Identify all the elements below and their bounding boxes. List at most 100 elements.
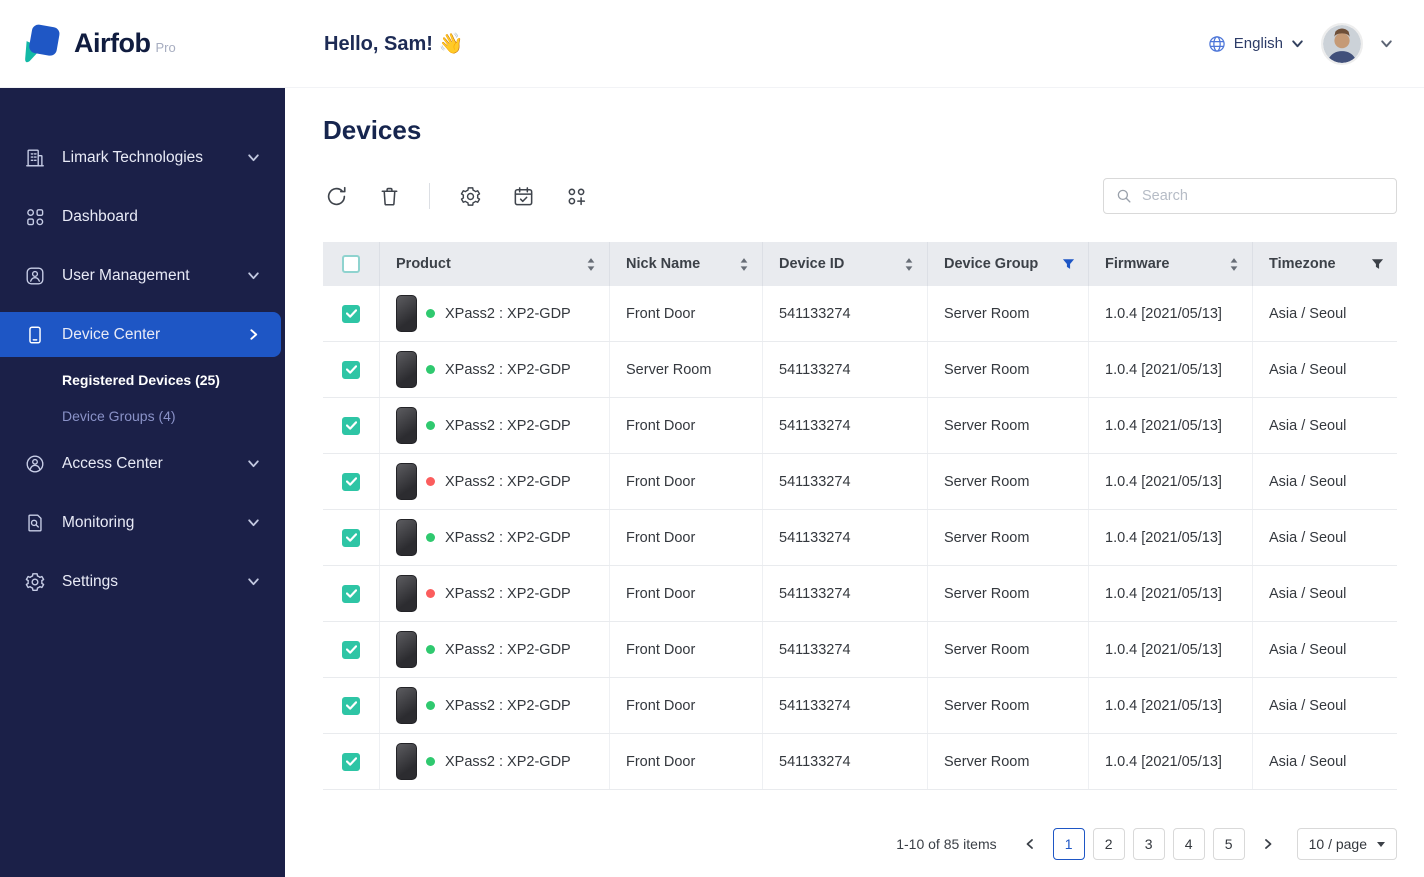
- row-select-checkbox[interactable]: [323, 454, 379, 509]
- device-group-cell: Server Room: [927, 454, 1088, 509]
- page-number-list: 12345: [1052, 828, 1245, 860]
- checkbox-icon: [342, 472, 360, 491]
- add-group-icon: [568, 188, 585, 205]
- next-page-button[interactable]: [1253, 829, 1283, 859]
- table-row: XPass2 : XP2-GDP Front Door 541133274 Serve…: [323, 734, 1397, 790]
- row-select-checkbox[interactable]: [323, 622, 379, 677]
- nickname-cell: Server Room: [609, 342, 762, 397]
- sort-icon: [1230, 257, 1238, 271]
- table-row: XPass2 : XP2-GDP Front Door 541133274 Serve…: [323, 510, 1397, 566]
- product-name: XPass2 : XP2-GDP: [445, 361, 571, 378]
- row-select-checkbox[interactable]: [323, 342, 379, 397]
- row-select-checkbox[interactable]: [323, 566, 379, 621]
- sidebar-item-label: Settings: [62, 572, 119, 590]
- chevron-right-icon: [1264, 839, 1272, 849]
- firmware-update-button[interactable]: [457, 183, 483, 209]
- product-cell: XPass2 : XP2-GDP: [379, 454, 609, 509]
- sidebar-item-dashboard[interactable]: Dashboard: [0, 194, 285, 239]
- sidebar-item-device-center[interactable]: Device Center: [0, 312, 281, 357]
- device-id-cell: 541133274: [762, 678, 927, 733]
- sort-icon: [587, 257, 595, 271]
- avatar[interactable]: [1321, 22, 1363, 65]
- brand-name: Airfob: [74, 28, 151, 58]
- dashboard-icon: [24, 206, 46, 228]
- product-name: XPass2 : XP2-GDP: [445, 641, 571, 658]
- sidebar-item-monitoring[interactable]: Monitoring: [0, 500, 285, 545]
- delete-button[interactable]: [376, 183, 402, 209]
- sidebar-subitem-device-groups[interactable]: Device Groups (4): [62, 407, 285, 425]
- gear-icon: [24, 571, 46, 593]
- sidebar-item-settings[interactable]: Settings: [0, 559, 285, 604]
- table-row: XPass2 : XP2-GDP Front Door 541133274 Serve…: [323, 286, 1397, 342]
- nickname-cell: Front Door: [609, 566, 762, 621]
- sidebar-item-user-management[interactable]: User Management: [0, 253, 285, 298]
- column-header-product[interactable]: Product: [379, 242, 609, 286]
- page-number-button[interactable]: 3: [1132, 828, 1165, 860]
- table-body: XPass2 : XP2-GDP Front Door 541133274 Serve…: [323, 286, 1397, 790]
- column-header-nickname[interactable]: Nick Name: [609, 242, 762, 286]
- row-select-checkbox[interactable]: [323, 398, 379, 453]
- row-select-checkbox[interactable]: [323, 286, 379, 341]
- column-header-timezone[interactable]: Timezone: [1252, 242, 1397, 286]
- nickname-cell: Front Door: [609, 454, 762, 509]
- sidebar-item-company[interactable]: Limark Technologies: [0, 135, 285, 180]
- device-group-cell: Server Room: [927, 734, 1088, 789]
- globe-icon: [1207, 34, 1227, 54]
- table-row: XPass2 : XP2-GDP Server Room 541133274 Serv…: [323, 342, 1397, 398]
- search-input[interactable]: [1142, 188, 1385, 204]
- sidebar-item-label: Dashboard: [62, 207, 138, 225]
- firmware-cell: 1.0.4 [2021/05/13]: [1088, 342, 1252, 397]
- schedule-button[interactable]: [510, 183, 536, 209]
- checkbox-icon: [342, 584, 360, 603]
- product-name: XPass2 : XP2-GDP: [445, 697, 571, 714]
- column-header-device-group[interactable]: Device Group: [927, 242, 1088, 286]
- page-number-button[interactable]: 4: [1172, 828, 1205, 860]
- search-box[interactable]: [1103, 178, 1397, 214]
- device-id-cell: 541133274: [762, 622, 927, 677]
- product-cell: XPass2 : XP2-GDP: [379, 566, 609, 621]
- device-icon: [24, 324, 46, 346]
- checkbox-icon: [342, 696, 360, 715]
- device-id-cell: 541133274: [762, 286, 927, 341]
- product-cell: XPass2 : XP2-GDP: [379, 678, 609, 733]
- row-select-checkbox[interactable]: [323, 734, 379, 789]
- nickname-cell: Front Door: [609, 678, 762, 733]
- page-number-button[interactable]: 5: [1212, 828, 1245, 860]
- product-name: XPass2 : XP2-GDP: [445, 753, 571, 770]
- toolbar-separator: [429, 183, 430, 209]
- page-number-button[interactable]: 1: [1052, 828, 1085, 860]
- sidebar-item-label: Monitoring: [62, 513, 135, 531]
- product-name: XPass2 : XP2-GDP: [445, 473, 571, 490]
- column-header-firmware[interactable]: Firmware: [1088, 242, 1252, 286]
- page-number-button[interactable]: 2: [1092, 828, 1125, 860]
- refresh-button[interactable]: [323, 183, 349, 209]
- sidebar-item-label: Limark Technologies: [62, 148, 204, 166]
- account-chevron-down-icon[interactable]: [1379, 36, 1394, 51]
- column-header-device-id[interactable]: Device ID: [762, 242, 927, 286]
- brand-logo[interactable]: Airfob Pro: [0, 21, 324, 67]
- table-row: XPass2 : XP2-GDP Front Door 541133274 Serve…: [323, 566, 1397, 622]
- firmware-cell: 1.0.4 [2021/05/13]: [1088, 510, 1252, 565]
- page-size-select[interactable]: 10 / page: [1296, 828, 1397, 860]
- sidebar-subitem-registered-devices[interactable]: Registered Devices (25): [62, 371, 285, 389]
- language-selector[interactable]: English: [1207, 34, 1305, 54]
- sidebar-item-label: User Management: [62, 266, 190, 284]
- access-icon: [24, 453, 46, 475]
- status-dot: [426, 589, 435, 598]
- table-row: XPass2 : XP2-GDP Front Door 541133274 Serve…: [323, 678, 1397, 734]
- header-right: English: [1207, 22, 1424, 65]
- checkbox-icon: [342, 255, 360, 273]
- chevron-down-icon: [246, 574, 261, 589]
- row-select-checkbox[interactable]: [323, 678, 379, 733]
- select-all-checkbox[interactable]: [323, 242, 379, 286]
- status-dot: [426, 365, 435, 374]
- sort-icon: [905, 257, 913, 271]
- status-dot: [426, 533, 435, 542]
- firmware-cell: 1.0.4 [2021/05/13]: [1088, 566, 1252, 621]
- previous-page-button[interactable]: [1015, 829, 1045, 859]
- sidebar-item-access-center[interactable]: Access Center: [0, 441, 285, 486]
- brand-suffix: Pro: [155, 40, 176, 55]
- add-group-button[interactable]: [563, 183, 589, 209]
- row-select-checkbox[interactable]: [323, 510, 379, 565]
- nickname-cell: Front Door: [609, 510, 762, 565]
